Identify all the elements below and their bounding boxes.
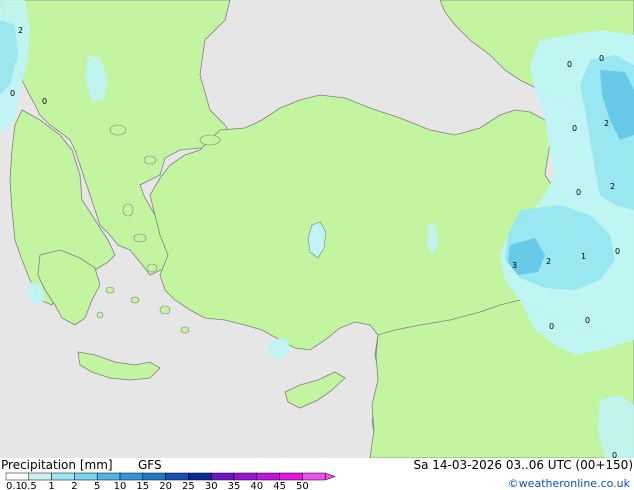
legend-swatch (188, 472, 212, 481)
map-label: 0 (585, 316, 590, 325)
map-label: 0 (615, 247, 620, 256)
legend-swatch (210, 472, 235, 481)
legend-scale-label: 40 (250, 481, 263, 490)
legend-scale-label: 1 (48, 481, 54, 490)
map-label: 0 (576, 188, 581, 197)
map-label: 2 (604, 119, 609, 128)
legend-scale-labels: 0.10.5 1 2 5 10 15 20 25 30 35 40 45 50 (6, 481, 309, 490)
legend-swatch (5, 472, 30, 481)
legend-scale-label: 0.1 (6, 481, 22, 490)
legend-swatch (74, 472, 98, 481)
map-label: 0 (572, 124, 577, 133)
legend-swatch (119, 472, 144, 481)
precipitation-map: 2 0 0 0 0 0 2 0 2 0 3 2 1 0 0 0 (0, 0, 634, 458)
legend-scale-label: 10 (114, 481, 127, 490)
legend-scale-label: 5 (94, 481, 100, 490)
legend-credit: ©weatheronline.co.uk (508, 477, 631, 490)
legend-swatch (28, 472, 52, 481)
legend-scale-label: 0.5 (21, 481, 37, 490)
legend-swatch (96, 472, 121, 481)
map-label: 0 (612, 451, 617, 458)
legend-swatch (279, 472, 303, 481)
map-label: 0 (10, 89, 15, 98)
legend: Precipitation [mm] GFS Sa 14-03-2026 03.… (0, 458, 634, 490)
map-label: 2 (610, 182, 615, 191)
legend-scale-label: 50 (296, 481, 309, 490)
legend-swatch (51, 472, 75, 481)
legend-model: GFS (138, 458, 162, 472)
legend-scale-label: 20 (159, 481, 172, 490)
legend-swatch (302, 472, 326, 481)
legend-arrow (324, 472, 336, 481)
map-label: 0 (42, 97, 47, 106)
map-label: 1 (581, 252, 586, 261)
legend-scale-label: 2 (71, 481, 77, 490)
map-label: 3 (512, 261, 517, 270)
legend-scale-label: 30 (205, 481, 218, 490)
legend-swatch (256, 472, 280, 481)
legend-scale-label: 45 (273, 481, 286, 490)
legend-swatch (165, 472, 189, 481)
legend-scale-label: 25 (182, 481, 195, 490)
map-label: 2 (18, 26, 23, 35)
legend-swatch (233, 472, 258, 481)
precip-southeast (598, 395, 634, 458)
map-label: 0 (549, 322, 554, 331)
legend-scale-label: 35 (228, 481, 241, 490)
map-label: 0 (599, 54, 604, 63)
legend-swatch (142, 472, 166, 481)
legend-title: Precipitation [mm] (1, 458, 113, 472)
map-label: 0 (567, 60, 572, 69)
map-label: 2 (546, 257, 551, 266)
legend-valid-time: Sa 14-03-2026 03..06 UTC (00+150) (413, 458, 633, 472)
legend-scale (5, 472, 336, 481)
legend-scale-label: 15 (136, 481, 149, 490)
